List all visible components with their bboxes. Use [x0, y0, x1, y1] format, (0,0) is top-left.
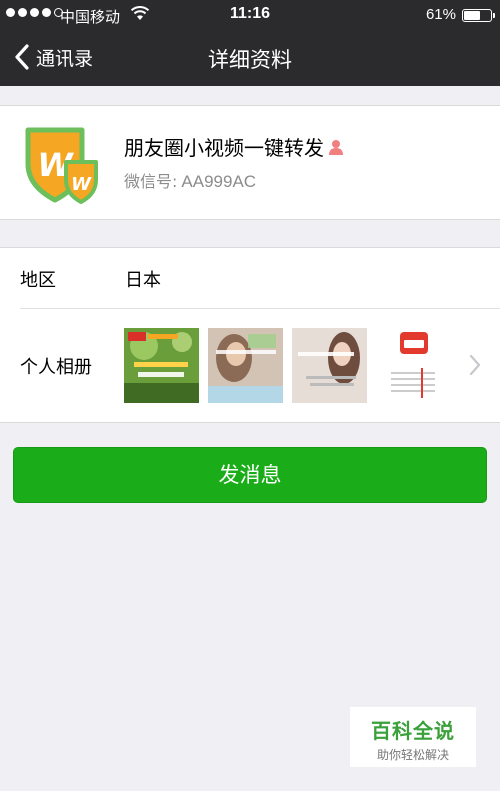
region-row: 地区 日本: [0, 248, 500, 308]
chevron-right-icon: [469, 354, 481, 376]
person-icon: [329, 139, 343, 155]
album-thumb-4[interactable]: [377, 328, 452, 403]
wechat-id-value: AA999AC: [181, 172, 257, 191]
status-bar: 中国移动 11:16 61%: [0, 0, 500, 30]
wechat-id-row: 微信号: AA999AC: [124, 168, 256, 192]
region-label: 地区: [20, 270, 56, 291]
album-row[interactable]: 个人相册: [0, 309, 500, 423]
avatar[interactable]: W W: [20, 124, 100, 204]
shield-logo-icon: W W: [25, 127, 98, 204]
profile-card: W W 朋友圈小视频一键转发 微信号: AA999AC: [0, 105, 500, 220]
battery-icon: [462, 9, 495, 22]
album-thumb-1[interactable]: [124, 328, 199, 403]
region-value: 日本: [125, 270, 161, 291]
page-title: 详细资料: [208, 48, 292, 72]
watermark-title: 百科全说: [371, 719, 455, 743]
info-card: 地区 日本 个人相册: [0, 247, 500, 423]
profile-name-row: 朋友圈小视频一键转发: [124, 132, 345, 161]
battery-percent: 61%: [425, 6, 456, 23]
watermark-logo: 百科全说 助你轻松解决: [350, 707, 476, 767]
watermark-subtitle: 助你轻松解决: [376, 748, 449, 762]
album-label: 个人相册: [20, 357, 92, 378]
navigation-bar: 通讯录 详细资料: [0, 30, 500, 86]
wechat-id-label: 微信号:: [124, 172, 178, 191]
svg-text:W: W: [71, 174, 92, 195]
album-thumb-2[interactable]: [208, 328, 283, 403]
profile-name: 朋友圈小视频一键转发: [124, 136, 324, 160]
send-message-button[interactable]: 发消息: [13, 447, 487, 503]
album-thumb-3[interactable]: [292, 328, 367, 403]
